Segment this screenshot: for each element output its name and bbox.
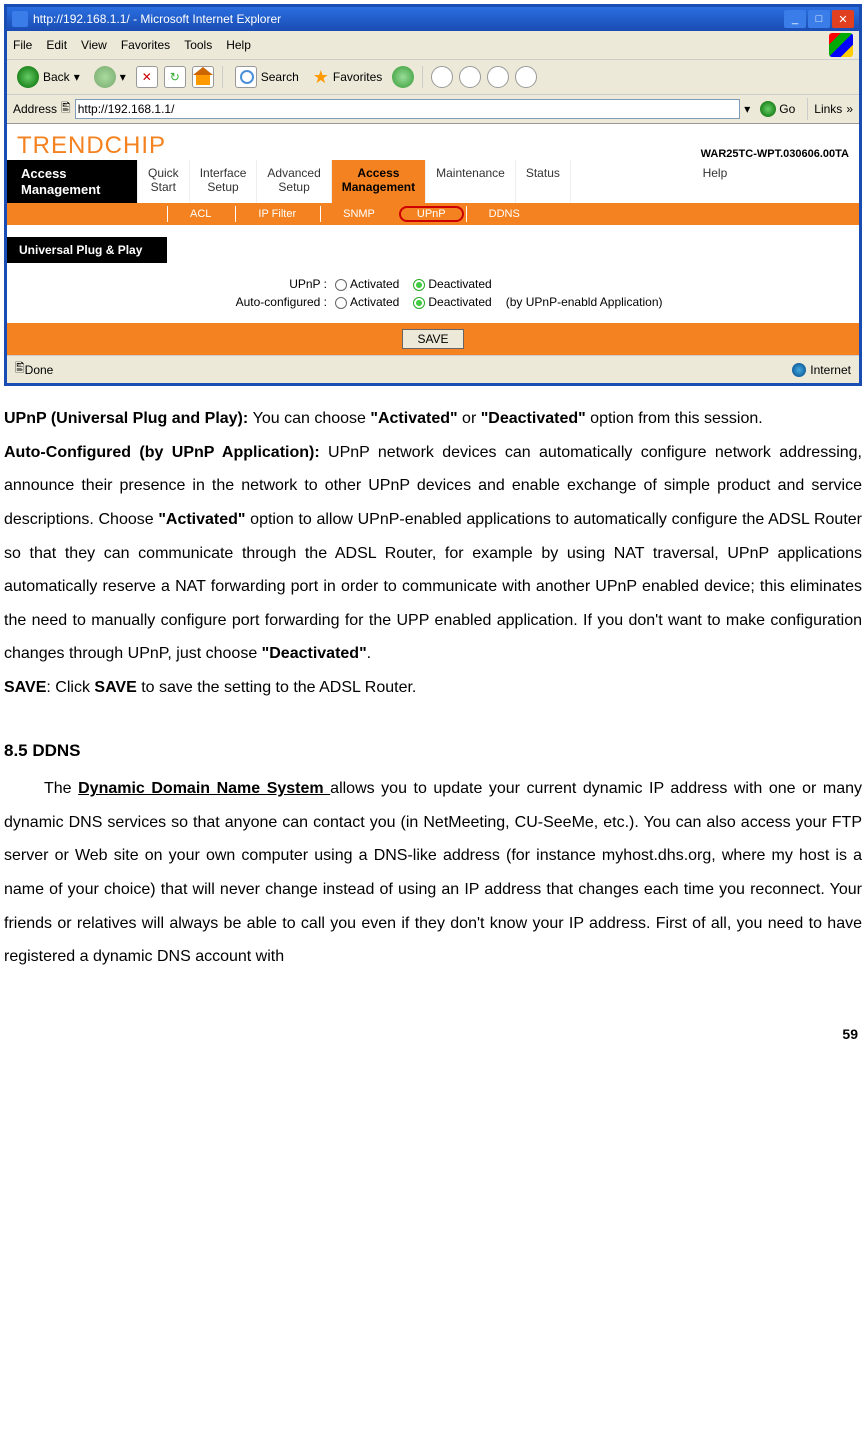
- mail-button[interactable]: [431, 66, 453, 88]
- edit-button[interactable]: [487, 66, 509, 88]
- brand-logo: TRENDCHIP: [17, 132, 166, 160]
- links-chevron[interactable]: »: [846, 102, 853, 116]
- menu-edit[interactable]: Edit: [46, 38, 67, 52]
- menu-tools[interactable]: Tools: [184, 38, 212, 52]
- document-body: UPnP (Universal Plug and Play): You can …: [0, 390, 866, 986]
- menu-favorites[interactable]: Favorites: [121, 38, 170, 52]
- window-title: http://192.168.1.1/ - Microsoft Internet…: [33, 12, 281, 26]
- back-button[interactable]: Back ▾: [13, 64, 84, 90]
- address-label: Address: [13, 102, 57, 116]
- heading-ddns: 8.5 DDNS: [4, 733, 862, 769]
- maximize-button[interactable]: □: [808, 10, 830, 28]
- search-icon: [235, 66, 257, 88]
- zone-text: Internet: [810, 363, 851, 377]
- main-nav: AccessManagement QuickStart InterfaceSet…: [7, 160, 859, 203]
- forward-icon: [94, 66, 116, 88]
- page-number: 59: [0, 986, 866, 1050]
- auto-label: Auto-configured :: [207, 295, 327, 309]
- globe-icon: [792, 363, 806, 377]
- stop-button[interactable]: ✕: [136, 66, 158, 88]
- menu-file[interactable]: File: [13, 38, 32, 52]
- search-button[interactable]: Search: [231, 64, 303, 90]
- favorites-button[interactable]: ★Favorites: [309, 65, 387, 90]
- refresh-button[interactable]: ↻: [164, 66, 186, 88]
- auto-suffix: (by UPnP-enabld Application): [506, 295, 663, 309]
- upnp-label: UPnP :: [207, 277, 327, 291]
- subtab-upnp[interactable]: UPnP: [399, 206, 464, 222]
- tab-advanced-setup[interactable]: AdvancedSetup: [256, 160, 330, 203]
- tab-quick-start[interactable]: QuickStart: [137, 160, 189, 203]
- auto-deactivated-option[interactable]: Deactivated: [413, 295, 491, 309]
- upnp-row: UPnP : Activated Deactivated: [207, 277, 859, 291]
- subtab-acl[interactable]: ACL: [167, 206, 233, 222]
- auto-activated-option[interactable]: Activated: [335, 295, 399, 309]
- menu-view[interactable]: View: [81, 38, 107, 52]
- menu-help[interactable]: Help: [226, 38, 251, 52]
- go-icon: [760, 101, 776, 117]
- save-row: SAVE: [7, 323, 859, 355]
- tab-access-management[interactable]: AccessManagement: [331, 160, 425, 203]
- page-status-icon: 🖺: [15, 359, 25, 380]
- tab-help[interactable]: Help: [570, 160, 859, 203]
- save-button[interactable]: SAVE: [402, 329, 463, 349]
- ie-logo-icon: [12, 11, 28, 27]
- radio-selected-icon: [413, 297, 425, 309]
- subtab-ipfilter[interactable]: IP Filter: [235, 206, 318, 222]
- subtab-snmp[interactable]: SNMP: [320, 206, 397, 222]
- menubar: File Edit View Favorites Tools Help: [7, 31, 859, 60]
- para-save: SAVE: Click SAVE to save the setting to …: [4, 671, 862, 705]
- statusbar: 🖺 Done Internet: [7, 355, 859, 383]
- page-content: TRENDCHIP WAR25TC-WPT.030606.00TA Access…: [7, 124, 859, 355]
- address-bar: Address 🖺 ▾ Go Links »: [7, 95, 859, 124]
- close-button[interactable]: ✕: [832, 10, 854, 28]
- upnp-deactivated-option[interactable]: Deactivated: [413, 277, 491, 291]
- toolbar: Back ▾ ▾ ✕ ↻ Search ★Favorites: [7, 60, 859, 95]
- auto-row: Auto-configured : Activated Deactivated …: [207, 295, 859, 309]
- para-autoconf: Auto-Configured (by UPnP Application): U…: [4, 436, 862, 671]
- history-button[interactable]: [392, 66, 414, 88]
- messenger-button[interactable]: [515, 66, 537, 88]
- para-ddns: The Dynamic Domain Name System allows yo…: [4, 772, 862, 974]
- back-icon: [17, 66, 39, 88]
- tab-status[interactable]: Status: [515, 160, 570, 203]
- sub-nav: ACL IP Filter SNMP UPnP DDNS: [7, 203, 859, 225]
- links-label[interactable]: Links: [814, 102, 842, 116]
- go-button[interactable]: Go: [754, 99, 801, 119]
- firmware-version: WAR25TC-WPT.030606.00TA: [701, 148, 849, 160]
- nav-section-label: AccessManagement: [7, 160, 137, 203]
- forward-button[interactable]: ▾: [90, 64, 130, 90]
- subtab-ddns[interactable]: DDNS: [466, 206, 542, 222]
- tab-interface-setup[interactable]: InterfaceSetup: [189, 160, 257, 203]
- form-area: UPnP : Activated Deactivated Auto-config…: [7, 263, 859, 323]
- address-input[interactable]: [75, 99, 741, 119]
- ie-window: http://192.168.1.1/ - Microsoft Internet…: [4, 4, 862, 386]
- window-titlebar: http://192.168.1.1/ - Microsoft Internet…: [7, 7, 859, 31]
- print-button[interactable]: [459, 66, 481, 88]
- page-icon: 🖺: [61, 99, 71, 120]
- upnp-activated-option[interactable]: Activated: [335, 277, 399, 291]
- windows-flag-icon: [829, 33, 853, 57]
- brand-header: TRENDCHIP WAR25TC-WPT.030606.00TA: [7, 124, 859, 160]
- star-icon: ★: [313, 67, 329, 88]
- radio-selected-icon: [413, 279, 425, 291]
- radio-icon: [335, 297, 347, 309]
- section-title: Universal Plug & Play: [7, 237, 167, 263]
- para-upnp: UPnP (Universal Plug and Play): You can …: [4, 402, 862, 436]
- radio-icon: [335, 279, 347, 291]
- minimize-button[interactable]: _: [784, 10, 806, 28]
- address-dropdown[interactable]: ▾: [744, 102, 750, 116]
- status-text: Done: [25, 363, 54, 377]
- home-button[interactable]: [192, 66, 214, 88]
- tab-maintenance[interactable]: Maintenance: [425, 160, 515, 203]
